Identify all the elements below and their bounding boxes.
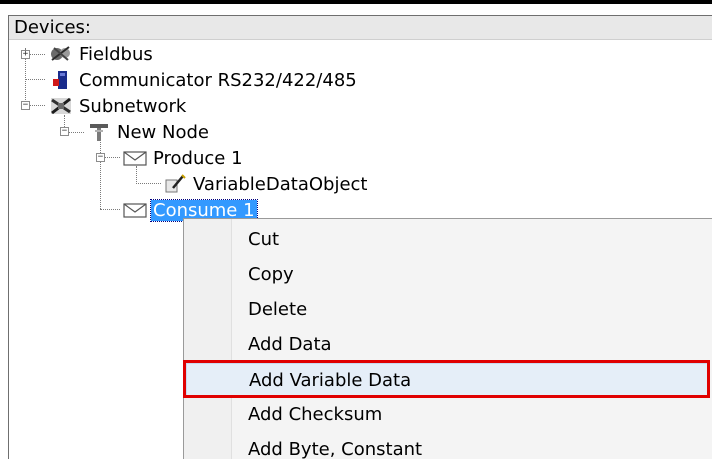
tree-node-subnetwork[interactable]: Subnetwork [49, 94, 188, 118]
tree-node-label: Subnetwork [79, 95, 187, 117]
fieldbus-expander[interactable]: + [21, 50, 30, 59]
tree-node-label: Produce 1 [153, 147, 243, 169]
devices-panel-header: Devices: [9, 16, 712, 40]
tree-node-label: Fieldbus [79, 43, 153, 65]
fieldbus-icon [49, 44, 73, 64]
new-node-expander[interactable]: − [60, 127, 69, 136]
tree-node-label: New Node [117, 121, 209, 143]
tree-node-communicator[interactable]: Communicator RS232/422/485 [49, 68, 359, 92]
menu-item-add-byte-constant[interactable]: Add Byte, Constant [186, 433, 710, 466]
tree-node-variable-data-object[interactable]: VariableDataObject [163, 172, 369, 196]
context-menu: Cut Copy Delete Add Data Add Variable Da… [183, 218, 712, 460]
tree-node-new-node[interactable]: New Node [87, 120, 211, 144]
tree-line [136, 183, 161, 184]
menu-item-cut[interactable]: Cut [186, 223, 710, 256]
envelope-icon [123, 148, 147, 168]
top-rule [0, 0, 712, 4]
tree-line [25, 79, 45, 80]
node-icon [87, 122, 111, 142]
menu-item-delete[interactable]: Delete [186, 293, 710, 326]
produce-expander[interactable]: − [96, 153, 105, 162]
menu-item-add-variable-data[interactable]: Add Variable Data [186, 363, 710, 396]
tree-line [100, 209, 120, 210]
menu-item-copy[interactable]: Copy [186, 258, 710, 291]
tree-node-label: Communicator RS232/422/485 [79, 69, 357, 91]
subnetwork-icon [49, 96, 73, 116]
envelope-icon [123, 200, 147, 220]
subnetwork-expander[interactable]: − [21, 101, 30, 110]
variable-data-icon [163, 174, 187, 194]
menu-item-add-checksum[interactable]: Add Checksum [186, 398, 710, 431]
tree-node-produce[interactable]: Produce 1 [123, 146, 245, 170]
tree-line [100, 140, 101, 209]
communicator-icon [49, 70, 73, 90]
tree-node-label: VariableDataObject [193, 173, 368, 195]
menu-item-add-data[interactable]: Add Data [186, 328, 710, 361]
tree-node-fieldbus[interactable]: Fieldbus [49, 42, 155, 66]
